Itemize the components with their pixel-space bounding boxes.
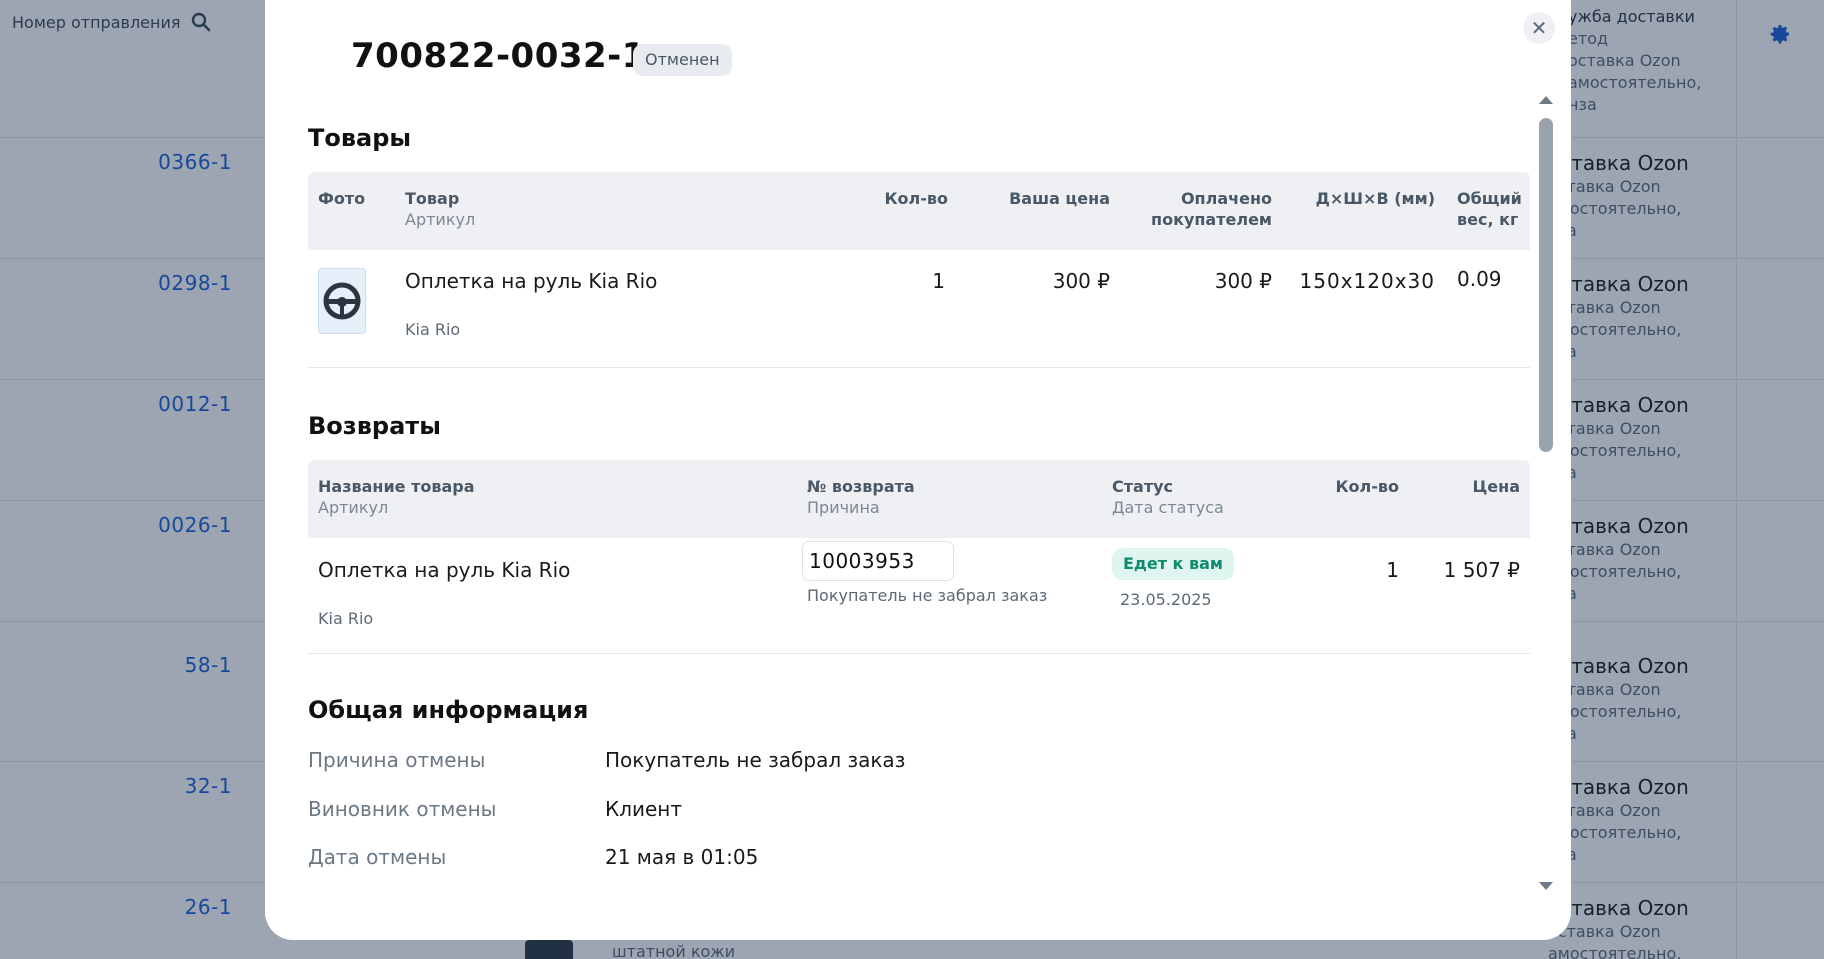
col-return-qty: Кол-во	[1335, 477, 1399, 496]
col-return-name: Название товара Артикул	[318, 477, 475, 517]
col-return-price: Цена	[1472, 477, 1520, 496]
col-weight: Общий вес, кг	[1457, 189, 1522, 229]
product-sku: Kia Rio	[405, 320, 461, 339]
info-value-cancel-reason: Покупатель не забрал заказ	[605, 748, 906, 772]
product-price: 300 ₽	[1052, 269, 1110, 293]
general-info-heading: Общая информация	[308, 696, 589, 724]
steering-wheel-icon	[323, 282, 361, 320]
return-number[interactable]: 10003953	[803, 542, 953, 580]
return-product-name: Оплетка на руль Kia Rio	[318, 558, 571, 582]
return-reason: Покупатель не забрал заказ	[807, 586, 1048, 605]
scroll-up-arrow-icon[interactable]	[1539, 96, 1553, 104]
return-status-date: 23.05.2025	[1120, 590, 1212, 609]
product-name: Оплетка на руль Kia Rio	[405, 269, 658, 293]
return-price: 1 507 ₽	[1443, 558, 1520, 582]
shipment-details-modal: ✕ 700822-0032-1 Отменен Товары Фото Това…	[265, 0, 1571, 940]
col-paid: Оплачено покупателем	[1151, 189, 1272, 229]
product-thumbnail[interactable]	[318, 268, 366, 334]
col-photo: Фото	[318, 189, 366, 208]
returns-heading: Возвраты	[308, 412, 441, 440]
return-status-badge: Едет к вам	[1112, 548, 1234, 580]
goods-heading: Товары	[308, 124, 412, 152]
info-label-cancel-date: Дата отмены	[308, 845, 447, 869]
col-qty: Кол-во	[884, 189, 948, 208]
goods-table-header	[308, 172, 1530, 250]
col-return-status: Статус Дата статуса	[1112, 477, 1224, 517]
product-paid: 300 ₽	[1214, 269, 1272, 293]
info-value-cancel-date: 21 мая в 01:05	[605, 845, 759, 869]
return-product-sku: Kia Rio	[318, 609, 374, 628]
info-value-cancel-culprit: Клиент	[605, 797, 683, 821]
col-dims: Д×Ш×В (мм)	[1315, 189, 1435, 208]
table-row	[308, 250, 1530, 368]
close-icon: ✕	[1530, 16, 1548, 40]
col-product: Товар Артикул	[405, 189, 476, 229]
product-dims: 150x120x30	[1299, 269, 1435, 293]
info-label-cancel-culprit: Виновник отмены	[308, 797, 497, 821]
modal-scrollbar[interactable]	[1530, 90, 1560, 900]
scrollbar-thumb[interactable]	[1539, 118, 1553, 452]
scroll-down-arrow-icon[interactable]	[1539, 882, 1553, 890]
product-qty: 1	[932, 269, 945, 293]
product-weight: 0.09	[1457, 267, 1502, 291]
modal-title: 700822-0032-1	[351, 36, 646, 76]
modal-scroll-area[interactable]: Товары Фото Товар Артикул Кол-во Ваша це…	[265, 96, 1530, 896]
close-button[interactable]: ✕	[1523, 12, 1555, 44]
status-badge: Отменен	[633, 44, 732, 76]
col-return-no: № возврата Причина	[807, 477, 915, 517]
returns-table-header	[308, 460, 1530, 538]
col-your-price: Ваша цена	[1009, 189, 1110, 208]
info-label-cancel-reason: Причина отмены	[308, 748, 486, 772]
